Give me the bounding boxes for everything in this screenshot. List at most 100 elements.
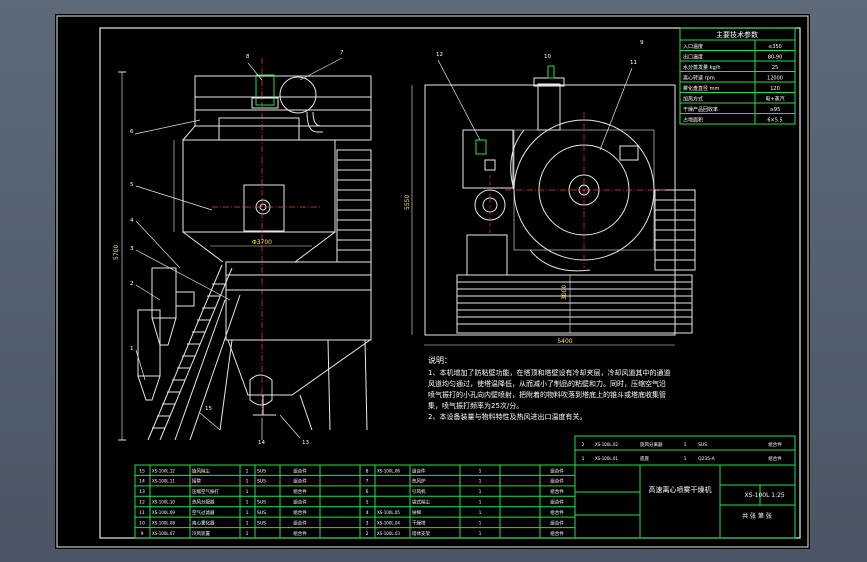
- upper-code: XS-100L.02: [595, 442, 618, 447]
- bom-mid-code: XS-100L.03: [377, 531, 400, 536]
- bom-no: 9: [141, 531, 144, 537]
- bom-mid-name: 引风机: [412, 488, 426, 495]
- dim-plan-width: 5400: [557, 338, 572, 345]
- upper-mat: SUS: [698, 442, 707, 448]
- bom-mid-qty: 1: [479, 489, 482, 495]
- part-label: 5: [130, 182, 134, 188]
- part-label: 14: [258, 440, 265, 446]
- param-value: ≤350: [768, 44, 782, 50]
- bom-qty: 1: [246, 500, 249, 506]
- upper-note: 组合件: [768, 455, 782, 462]
- bom-mid-code: XS-100L.05: [377, 510, 400, 515]
- cad-drawing-canvas[interactable]: 主要技术参数 入口温度 ≤350出口温度 80-90水分蒸发量 kg/h 25离心转速…: [0, 0, 867, 562]
- drawing-number: XS-100L: [745, 492, 771, 499]
- bom-mid-name: 热风炉: [412, 478, 426, 485]
- bom-mid-no: 2: [366, 531, 369, 537]
- bom-name: 空气过滤器: [192, 509, 215, 516]
- bom-name: 接管: [192, 478, 201, 485]
- part-label: 3: [130, 246, 134, 252]
- upper-qty: 1: [684, 442, 687, 448]
- bom-mid-no: 7: [366, 479, 369, 485]
- bom-name: 冷风装置: [192, 530, 210, 537]
- drawing-sheet: 共 张 第 张: [742, 512, 772, 520]
- upper-code: XS-100L.01: [595, 456, 618, 461]
- part-label: 10: [544, 54, 551, 60]
- param-value: 120: [770, 86, 780, 92]
- part-label: 15: [205, 406, 212, 412]
- param-value: 80-90: [768, 55, 783, 61]
- bom-mid-note2: 组合件: [550, 478, 564, 485]
- part-label: 8: [246, 54, 250, 60]
- bom-mat: SUS: [257, 479, 266, 485]
- drawing-title: 高速离心喷雾干燥机: [649, 485, 712, 494]
- part-label: 2: [130, 281, 134, 287]
- part-label: 9: [640, 40, 644, 46]
- params-title: 主要技术参数: [716, 30, 758, 39]
- bom-mat: SUS: [257, 520, 266, 526]
- bom-code: XS-100L.08: [152, 520, 175, 525]
- notes-line-4: 集，喷气振打频率为25次/分。: [428, 401, 523, 410]
- bom-mid-no: 3: [366, 520, 369, 526]
- param-label: 出口温度: [683, 54, 703, 61]
- bom-qty: 1: [246, 510, 249, 516]
- param-label: 雾化盘直径 mm: [683, 85, 719, 92]
- bom-code: XS-100L.11: [152, 479, 175, 484]
- part-label: 11: [630, 60, 637, 66]
- bom-name: 压缩空气振打: [192, 488, 219, 495]
- bom-mid-note2: 组合件: [550, 530, 564, 537]
- notes-line-1: 1、本机增加了防粘壁功能，在塔顶和塔壁设有冷却夹层，冷却风道其中的通道: [428, 368, 670, 377]
- dim-left-width: Φ3700: [252, 239, 272, 246]
- bom-mid-note2: 组合件: [550, 467, 564, 474]
- bom-qty: 1: [246, 468, 249, 474]
- param-value: 12000: [767, 76, 783, 82]
- param-label: 离心转速 rpm: [683, 75, 715, 82]
- bom-mat: SUS: [257, 510, 266, 516]
- upper-mat: Q235-A: [698, 456, 716, 462]
- part-label: 12: [436, 52, 443, 58]
- bom-mid-name: 塔体支架: [412, 530, 430, 537]
- bom-mat: SUS: [257, 500, 266, 506]
- bom-mid-no: 6: [366, 489, 369, 495]
- bom-mid-name: 袋式除尘: [412, 499, 430, 506]
- notes-line-3: 喷气振打的小孔向内壁喷射，把附着的物料吹落到塔底上的锥斗或塔底收集管: [428, 390, 666, 399]
- notes-line-2: 风道均匀通过，使塔温降低，从而减小了制品的粘壁和力。同时，压缩空气沿: [428, 379, 666, 388]
- bom-mid-note: 组合件: [293, 488, 307, 495]
- bom-name: 旋风除尘: [192, 467, 210, 474]
- bom-mid-qty: 1: [479, 500, 482, 506]
- bom-mid-note: 组合件: [293, 467, 307, 474]
- part-label: 6: [130, 129, 134, 135]
- param-label: 加热方式: [683, 96, 703, 103]
- upper-note: 组合件: [768, 441, 782, 448]
- bom-mid-note: 组合件: [293, 478, 307, 485]
- bom-mid-note2: 组合件: [550, 499, 564, 506]
- bom-mid-qty: 1: [479, 510, 482, 516]
- bom-mid-code: XS-100L.04: [377, 520, 400, 525]
- bom-mid-no: 8: [366, 468, 369, 474]
- bom-qty: 1: [246, 479, 249, 485]
- bom-qty: 1: [246, 520, 249, 526]
- param-label: 占地面积: [683, 117, 703, 124]
- bom-no: 12: [139, 500, 145, 506]
- bom-mid-qty: 1: [479, 520, 482, 526]
- bom-qty: 1: [246, 531, 249, 537]
- param-value: ≥95: [770, 107, 781, 113]
- bom-mid-qty: 1: [479, 479, 482, 485]
- upper-no: 2: [582, 442, 585, 448]
- param-value: 25: [772, 65, 778, 71]
- bom-no: 11: [139, 510, 145, 516]
- upper-name: 底座: [640, 455, 649, 462]
- upper-no: 1: [582, 456, 585, 462]
- bom-code: XS-100L.09: [152, 510, 175, 515]
- bom-mid-qty: 1: [479, 468, 482, 474]
- drawing-scale: 1:25: [771, 492, 785, 499]
- param-label: 水分蒸发量 kg/h: [683, 64, 721, 71]
- upper-name: 旋风分离器: [640, 441, 663, 448]
- notes-heading: 说明：: [428, 355, 452, 365]
- param-label: 入口温度: [683, 43, 703, 50]
- param-value: 6×5.5: [767, 118, 782, 124]
- bom-name: 离心雾化器: [192, 519, 215, 526]
- bom-mid-code: XS-100L.06: [377, 468, 400, 473]
- bom-code: XS-100L.10: [152, 500, 175, 505]
- dim-base-width: 3000: [561, 285, 568, 300]
- part-label: 4: [130, 218, 134, 224]
